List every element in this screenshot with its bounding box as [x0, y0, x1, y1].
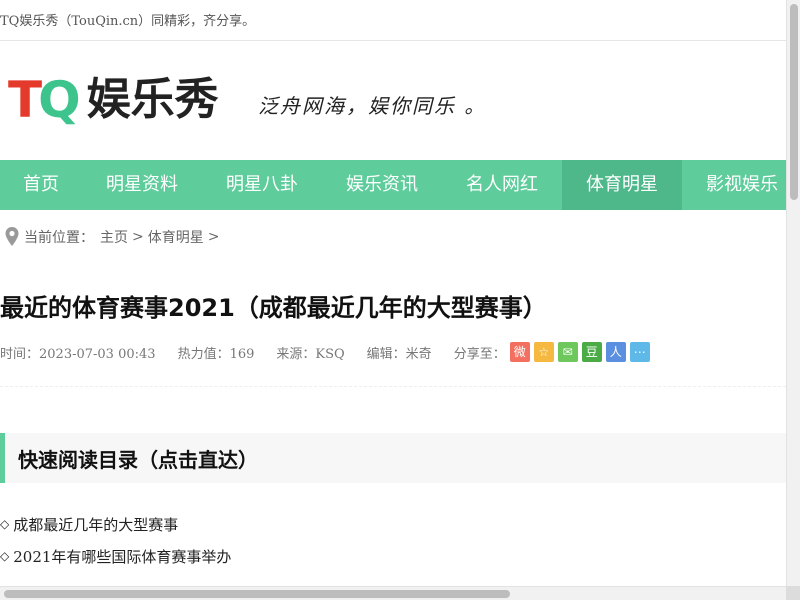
diamond-icon: ◇	[0, 517, 10, 531]
breadcrumb-separator: >	[207, 229, 220, 245]
top-header-bar: TQ娱乐秀（TouQin.cn）同精彩，齐分享。	[0, 0, 786, 41]
horizontal-scrollbar[interactable]	[0, 586, 786, 600]
nav-item-celebrities[interactable]: 名人网红	[442, 160, 562, 210]
meta-time: 时间：2023-07-03 00:43	[0, 346, 156, 362]
logo-tq-mark: TQ	[8, 71, 81, 129]
vertical-scrollbar[interactable]	[786, 0, 800, 600]
article-meta: 时间：2023-07-03 00:43 热力值：169 来源：KSQ 编辑：米奇…	[0, 342, 650, 362]
main-nav: 首页 明星资料 明星八卦 娱乐资讯 名人网红 体育明星 影视娱乐	[0, 160, 786, 210]
article-title: 最近的体育赛事2021（成都最近几年的大型赛事）	[0, 294, 547, 322]
nav-item-home[interactable]: 首页	[0, 160, 82, 210]
toc-title: 快速阅读目录（点击直达）	[18, 448, 258, 472]
share-label: 分享至：	[453, 346, 506, 362]
weibo-icon[interactable]: 微	[509, 342, 530, 362]
horizontal-scrollbar-thumb[interactable]	[4, 590, 510, 598]
location-pin-icon	[5, 227, 19, 246]
scrollbar-corner	[786, 586, 800, 600]
toc-item[interactable]: ◇ 2021年有哪些国际体育赛事举办	[0, 540, 231, 572]
breadcrumb-prefix: 当前位置：	[24, 230, 94, 246]
breadcrumb-link-sports-stars[interactable]: 体育明星	[148, 227, 204, 247]
diamond-icon: ◇	[0, 549, 10, 563]
site-tagline: TQ娱乐秀（TouQin.cn）同精彩，齐分享。	[0, 14, 256, 29]
renren-icon[interactable]: 人	[605, 342, 626, 362]
breadcrumb-link-home[interactable]: 主页	[100, 227, 128, 247]
site-logo[interactable]: TQ 娱乐秀	[8, 72, 219, 128]
douban-icon[interactable]: 豆	[581, 342, 602, 362]
site-slogan: 泛舟网海，娱你同乐 。	[258, 94, 487, 118]
more-share-icon[interactable]: ⋯	[629, 342, 650, 362]
qzone-icon[interactable]: ☆	[533, 342, 554, 362]
nav-item-star-gossip[interactable]: 明星八卦	[202, 160, 322, 210]
toc-list: ◇ 成都最近几年的大型赛事 ◇ 2021年有哪些国际体育赛事举办	[0, 508, 231, 572]
vertical-scrollbar-thumb[interactable]	[790, 4, 798, 200]
wechat-icon[interactable]: ✉	[557, 342, 578, 362]
meta-divider	[0, 386, 786, 387]
nav-item-ent-news[interactable]: 娱乐资讯	[322, 160, 442, 210]
toc-header: 快速阅读目录（点击直达）	[0, 433, 786, 483]
breadcrumb-separator: >	[132, 229, 144, 245]
toc-item-label: 2021年有哪些国际体育赛事举办	[13, 547, 232, 566]
nav-item-star-profiles[interactable]: 明星资料	[82, 160, 202, 210]
meta-source: 来源：KSQ	[276, 346, 345, 362]
meta-heat: 热力值：169	[177, 346, 255, 362]
breadcrumb: 当前位置： 主页 > 体育明星 >	[4, 226, 223, 248]
meta-editor: 编辑：米奇	[366, 346, 432, 362]
toc-item[interactable]: ◇ 成都最近几年的大型赛事	[0, 508, 231, 540]
nav-item-film-tv[interactable]: 影视娱乐	[682, 160, 786, 210]
toc-item-label: 成都最近几年的大型赛事	[13, 515, 179, 534]
nav-item-sports-stars[interactable]: 体育明星	[562, 160, 682, 210]
logo-name: 娱乐秀	[86, 74, 219, 125]
share-buttons: 微 ☆ ✉ 豆 人 ⋯	[506, 342, 650, 362]
